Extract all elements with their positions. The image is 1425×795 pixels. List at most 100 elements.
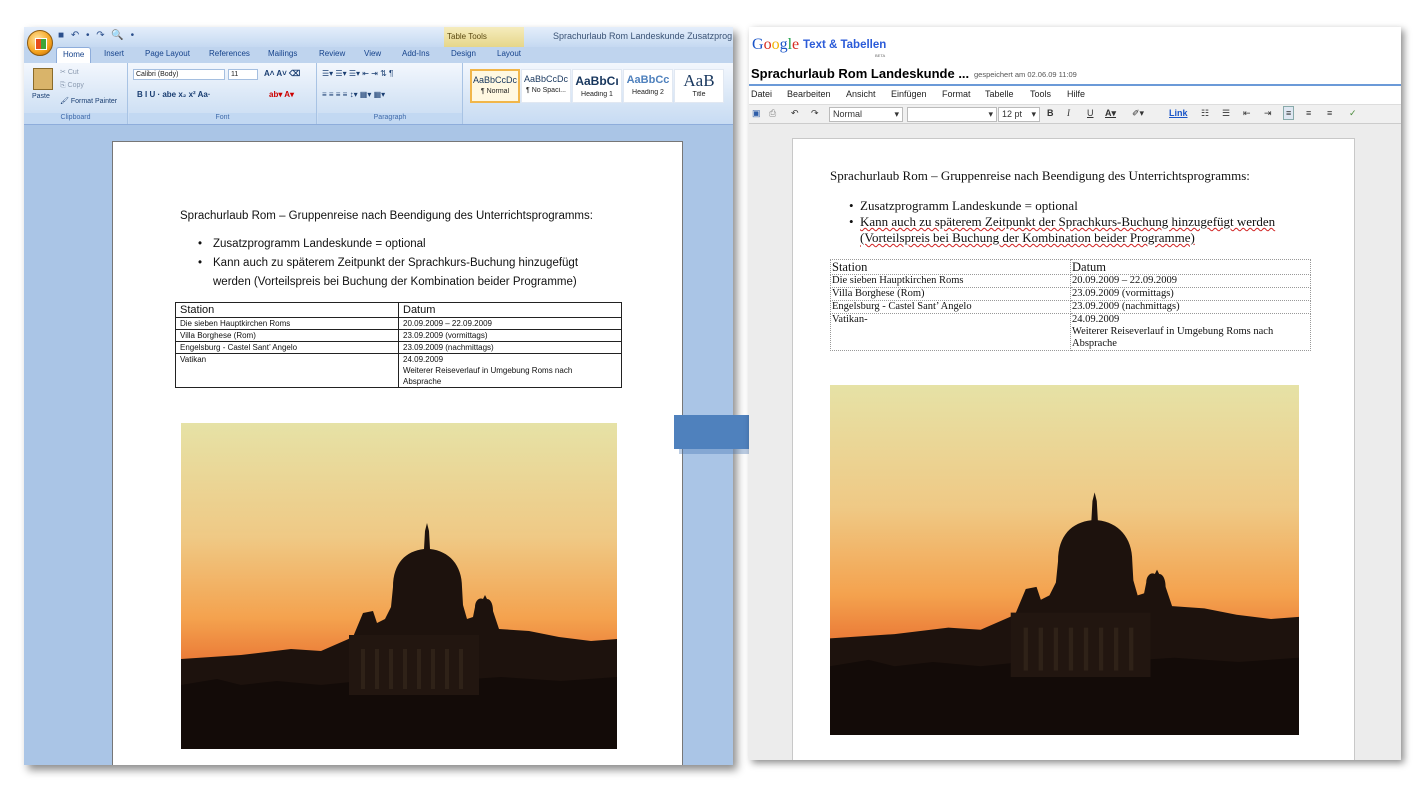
menu-bar: Datei Bearbeiten Ansicht Einfügen Format… — [749, 86, 1401, 103]
bullet-icon: • — [849, 198, 854, 213]
style-heading-1[interactable]: AaBbCı Heading 1 — [572, 69, 622, 103]
style-title[interactable]: AaB Title — [674, 69, 724, 103]
paste-icon[interactable] — [33, 68, 53, 90]
cell-line: Weiterer Reiseverlauf in Umgebung Roms n… — [403, 366, 573, 375]
font-size-select[interactable]: 12 pt ▾ — [998, 107, 1040, 122]
tab-insert[interactable]: Insert — [104, 49, 124, 58]
vatican-sunset-image — [181, 423, 617, 749]
print-icon[interactable]: ⎙ — [769, 108, 776, 119]
word-window: ■ ↶ • ↷ 🔍 • Table Tools Sprachurlaub Rom… — [24, 27, 733, 765]
alignment-buttons-icon[interactable]: ≡ ≡ ≡ ≡ ↕▾ ▦▾ ▦▾ — [322, 90, 385, 99]
word-station-table[interactable]: Station Datum Die sieben Hauptkirchen Ro… — [175, 302, 622, 388]
menu-tabelle[interactable]: Tabelle — [985, 89, 1014, 99]
gdoc-station-table[interactable]: Station Datum Die sieben Hauptkirchen Ro… — [830, 259, 1311, 351]
tab-page-layout[interactable]: Page Layout — [145, 49, 190, 58]
style-heading-2[interactable]: AaBbCc Heading 2 — [623, 69, 673, 103]
copy-button[interactable]: ⎘ Copy — [60, 82, 84, 90]
paste-button[interactable]: Paste — [32, 93, 50, 100]
clipboard-group: Paste ✂ Cut ⎘ Copy 🖌 Format Painter Clip… — [24, 63, 128, 124]
font-size-select[interactable]: 11 — [228, 69, 258, 80]
bullet-icon: • — [198, 238, 203, 250]
italic-button[interactable]: I — [1067, 108, 1070, 118]
header-datum: Datum — [1070, 259, 1311, 275]
cell-line: Absprache — [1072, 338, 1117, 349]
numbered-list-icon[interactable]: ☷ — [1201, 108, 1209, 119]
tab-home[interactable]: Home — [56, 47, 92, 64]
indent-icon[interactable]: ⇥ — [1264, 108, 1272, 119]
tab-design[interactable]: Design — [451, 49, 476, 58]
font-select[interactable]: ▾ — [907, 107, 997, 122]
menu-datei[interactable]: Datei — [751, 89, 772, 99]
style-select[interactable]: Normal ▾ — [829, 107, 903, 122]
table-row: Engelsburg - Castel Sant’ Angelo 23.09.20… — [830, 300, 1311, 314]
table-cell: 20.09.2009 – 22.09.2009 — [398, 317, 622, 330]
list-buttons-icon[interactable]: ☰▾ ☰▾ ☰▾ ⇤ ⇥ ⇅ ¶ — [322, 69, 393, 78]
table-cell: Engelsburg - Castel Sant’ Angelo — [175, 341, 399, 354]
table-row: Villa Borghese (Rom) 23.09.2009 (vormitta… — [175, 329, 622, 342]
table-row: Engelsburg - Castel Sant’ Angelo 23.09.20… — [175, 341, 622, 354]
bullet-icon: • — [198, 257, 203, 269]
bold-button[interactable]: B — [1047, 108, 1054, 118]
font-format-buttons[interactable]: B I U · abe x₂ x² Aa· — [137, 90, 211, 99]
table-cell: 24.09.2009 Weiterer Reiseverlauf in Umgeb… — [1070, 313, 1311, 351]
tab-references[interactable]: References — [209, 49, 250, 58]
style-normal[interactable]: AaBbCcDc ¶ Normal — [470, 69, 520, 103]
menu-einfuegen[interactable]: Einfügen — [891, 89, 927, 99]
tab-layout[interactable]: Layout — [497, 49, 521, 58]
menu-hilfe[interactable]: Hilfe — [1067, 89, 1085, 99]
table-cell: Villa Borghese (Rom) — [830, 287, 1071, 301]
chevron-down-icon: ▾ — [1031, 109, 1036, 119]
highlight-icon[interactable]: ✐▾ — [1132, 108, 1144, 119]
doc-title[interactable]: Sprachurlaub Rom Landeskunde ... — [751, 66, 969, 81]
word-document-page[interactable]: Sprachurlaub Rom – Gruppenreise nach Bee… — [112, 141, 683, 765]
align-left-icon[interactable]: ≡ — [1283, 106, 1295, 120]
outdent-icon[interactable]: ⇤ — [1243, 108, 1251, 119]
tab-review[interactable]: Review — [319, 49, 345, 58]
menu-ansicht[interactable]: Ansicht — [846, 89, 876, 99]
product-name[interactable]: Text & Tabellen — [803, 39, 886, 51]
table-tools-label: Table Tools — [444, 27, 524, 47]
styles-group: AaBbCcDc ¶ Normal AaBbCcDc ¶ No Spaci... A… — [464, 63, 733, 124]
document-canvas: Sprachurlaub Rom – Gruppenreise nach Bee… — [749, 124, 1401, 760]
header-station: Station — [830, 259, 1071, 275]
google-document-page[interactable]: Sprachurlaub Rom – Gruppenreise nach Bee… — [792, 138, 1355, 760]
menu-format[interactable]: Format — [942, 89, 971, 99]
word-bullet-1: Zusatzprogramm Landeskunde = optional — [213, 238, 426, 250]
menu-tools[interactable]: Tools — [1030, 89, 1051, 99]
tab-add-ins[interactable]: Add-Ins — [402, 49, 430, 58]
grow-shrink-font-icon[interactable]: A˄ A˅ ⌫ — [264, 69, 300, 78]
text-color-icon[interactable]: A▾ — [1105, 108, 1116, 119]
cut-button[interactable]: ✂ Cut — [60, 68, 79, 76]
align-right-icon[interactable]: ≡ — [1327, 108, 1332, 118]
highlight-font-color-icon[interactable]: ab▾ A▾ — [269, 90, 294, 99]
tab-mailings[interactable]: Mailings — [268, 49, 297, 58]
saved-status: gespeichert am 02.06.09 11:09 — [974, 70, 1077, 79]
cell-line: Absprache — [403, 377, 442, 386]
underline-button[interactable]: U — [1087, 108, 1094, 118]
save-icon[interactable]: ▣ — [752, 108, 761, 119]
table-row: Die sieben Hauptkirchen Roms 20.09.2009 –… — [175, 317, 622, 330]
redo-icon[interactable]: ↷ — [811, 108, 819, 119]
cell-line: 24.09.2009 — [403, 355, 444, 364]
quick-access-toolbar[interactable]: ■ ↶ • ↷ 🔍 • — [58, 30, 136, 41]
menu-bearbeiten[interactable]: Bearbeiten — [787, 89, 831, 99]
link-button[interactable]: Link — [1169, 108, 1188, 118]
ribbon-tab-bar: Home Insert Page Layout References Maili… — [24, 47, 733, 64]
align-center-icon[interactable]: ≡ — [1306, 108, 1311, 118]
undo-icon[interactable]: ↶ — [791, 108, 799, 119]
office-button-icon[interactable] — [27, 30, 53, 56]
bullet-list-icon[interactable]: ☰ — [1222, 108, 1230, 119]
format-painter-button[interactable]: 🖌 Format Painter — [60, 97, 117, 105]
word-doc-heading: Sprachurlaub Rom – Gruppenreise nach Bee… — [180, 210, 593, 222]
table-header-row: Station Datum — [175, 302, 622, 318]
logo-letter: o — [763, 36, 772, 53]
table-row: Die sieben Hauptkirchen Roms 20.09.2009 –… — [830, 274, 1311, 288]
style-no-spacing[interactable]: AaBbCcDc ¶ No Spaci... — [521, 69, 571, 103]
font-name-select[interactable]: Calibri (Body) — [133, 69, 225, 80]
google-logo[interactable]: Google — [752, 36, 799, 54]
tab-view[interactable]: View — [364, 49, 381, 58]
table-cell: 23.09.2009 (vormittags) — [398, 329, 622, 342]
spellcheck-icon[interactable]: ✓ — [1349, 108, 1357, 119]
table-cell: 20.09.2009 – 22.09.2009 — [1070, 274, 1311, 288]
table-row: Vatikan 24.09.2009 Weiterer Reiseverlauf … — [175, 353, 622, 388]
